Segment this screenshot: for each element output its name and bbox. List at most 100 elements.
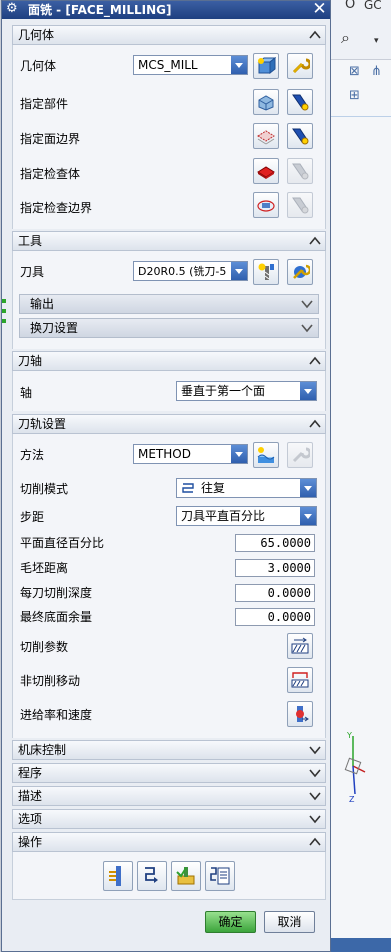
chevron-down-icon[interactable] [309, 813, 321, 825]
geometry-select-value: MCS_MILL [138, 58, 198, 72]
section-tool-label: 工具 [18, 234, 43, 248]
non-cutting-moves-label: 非切削移动 [20, 674, 81, 688]
face-boundary-icon [257, 130, 275, 145]
final-floor-stock-input[interactable]: 0.0000 [235, 608, 315, 626]
section-tool-axis-header[interactable]: 刀轴 [12, 351, 326, 371]
select-check-body-button[interactable] [253, 158, 279, 184]
cancel-button[interactable]: 取消 [264, 911, 315, 933]
chevron-up-icon[interactable] [309, 355, 321, 367]
chevron-down-icon[interactable] [309, 744, 321, 756]
flashlight-icon [292, 94, 309, 111]
svg-text:Y: Y [346, 731, 352, 740]
new-method-icon [257, 447, 275, 463]
generate-path-button[interactable] [103, 861, 133, 891]
cut-pattern-select[interactable]: 往复 [176, 478, 317, 498]
chevron-down-icon[interactable] [300, 479, 316, 497]
replay-path-button[interactable] [137, 861, 167, 891]
section-description-header[interactable]: 描述 [12, 786, 326, 806]
flat-diameter-input[interactable]: 65.0000 [235, 534, 315, 552]
new-tool-button[interactable] [253, 259, 279, 285]
show-check-boundary-button[interactable] [287, 192, 313, 218]
background-tool-icon-3[interactable]: ⊞ [349, 88, 360, 103]
method-select-value: METHOD [138, 447, 191, 461]
depth-per-cut-input[interactable]: 0.0000 [235, 584, 315, 602]
method-select[interactable]: METHOD [133, 444, 248, 464]
section-geometry-header[interactable]: 几何体 [12, 25, 326, 45]
edit-geometry-button[interactable] [287, 53, 313, 79]
non-cutting-moves-button[interactable] [287, 667, 313, 693]
section-path-settings-label: 刀轨设置 [18, 417, 67, 431]
specify-check-boundary-label: 指定检查边界 [20, 201, 93, 215]
verify-path-button[interactable] [171, 861, 201, 891]
tool-change-subsection[interactable]: 换刀设置 [19, 318, 319, 338]
specify-face-boundary-label: 指定面边界 [20, 132, 81, 146]
show-face-boundary-button[interactable] [287, 123, 313, 149]
ok-button[interactable]: 确定 [205, 911, 256, 933]
axis-label: 轴 [20, 386, 33, 400]
select-part-button[interactable] [253, 89, 279, 115]
chevron-up-icon[interactable] [309, 29, 321, 41]
section-tool-header[interactable]: 工具 [12, 231, 326, 251]
background-tool-icon-2[interactable]: ⋔ [371, 64, 382, 79]
specify-check-body-label: 指定检查体 [20, 167, 81, 181]
indicator-dot [2, 319, 6, 323]
section-path-settings-header[interactable]: 刀轨设置 [12, 414, 326, 434]
chevron-up-icon[interactable] [309, 418, 321, 430]
background-menu-text: GC [364, 0, 382, 12]
chevron-up-icon[interactable] [309, 836, 321, 848]
tool-select-value: D20R0.5 (铣刀-5 [138, 265, 227, 278]
close-icon[interactable]: ✕ [311, 1, 328, 18]
new-geometry-button[interactable] [253, 53, 279, 79]
new-method-button[interactable] [253, 442, 279, 468]
chevron-up-icon[interactable] [309, 235, 321, 247]
cut-pattern-label: 切削模式 [20, 482, 69, 496]
section-options-label: 选项 [18, 812, 43, 826]
final-floor-stock-label: 最终底面余量 [20, 610, 93, 624]
cutting-params-icon [291, 637, 309, 654]
stepover-select[interactable]: 刀具平直百分比 [176, 506, 317, 526]
output-subsection[interactable]: 输出 [19, 294, 319, 314]
background-search-icon[interactable]: ⌕ [341, 28, 350, 48]
section-machine-control-header[interactable]: 机床控制 [12, 740, 326, 760]
background-dropdown-icon[interactable]: ▾ [374, 36, 379, 46]
section-options-header[interactable]: 选项 [12, 809, 326, 829]
zigzag-pattern-icon [182, 483, 194, 493]
chevron-down-icon[interactable] [231, 445, 247, 463]
chevron-down-icon[interactable] [309, 767, 321, 779]
section-actions-header[interactable]: 操作 [12, 832, 326, 852]
section-tool-axis-label: 刀轴 [18, 354, 43, 368]
show-part-button[interactable] [287, 89, 313, 115]
list-path-button[interactable] [205, 861, 235, 891]
geometry-select[interactable]: MCS_MILL [133, 55, 248, 75]
flashlight-icon [292, 163, 309, 180]
tool-select[interactable]: D20R0.5 (铣刀-5 [133, 261, 248, 281]
cutting-params-button[interactable] [287, 633, 313, 659]
background-status-bar [331, 938, 391, 952]
flashlight-icon [292, 197, 309, 214]
chevron-down-icon[interactable] [231, 56, 247, 74]
section-program-header[interactable]: 程序 [12, 763, 326, 783]
list-path-icon [210, 867, 230, 885]
feeds-speeds-button[interactable] [287, 701, 313, 727]
dialog-title-bar[interactable]: ⚙ 面铣 - [FACE_MILLING] ✕ [2, 1, 330, 19]
edit-method-button[interactable] [287, 442, 313, 468]
check-body-icon [257, 166, 275, 179]
chevron-down-icon[interactable] [300, 382, 316, 400]
chevron-down-icon[interactable] [309, 790, 321, 802]
blank-distance-input[interactable]: 3.0000 [235, 559, 315, 577]
gear-icon[interactable]: ⚙ [6, 2, 20, 16]
select-face-boundary-button[interactable] [253, 123, 279, 149]
chevron-down-icon[interactable] [300, 507, 316, 525]
non-cutting-moves-icon [291, 672, 309, 688]
chevron-down-icon[interactable] [301, 322, 313, 334]
axis-select[interactable]: 垂直于第一个面 [176, 381, 317, 401]
edit-tool-button[interactable] [287, 259, 313, 285]
new-geometry-icon [257, 56, 276, 75]
cutting-params-label: 切削参数 [20, 640, 69, 654]
background-tool-icon-1[interactable]: ⊠ [349, 64, 360, 79]
verify-path-icon [176, 867, 195, 885]
show-check-body-button[interactable] [287, 158, 313, 184]
chevron-down-icon[interactable] [301, 298, 313, 310]
chevron-down-icon[interactable] [231, 262, 247, 280]
select-check-boundary-button[interactable] [253, 192, 279, 218]
